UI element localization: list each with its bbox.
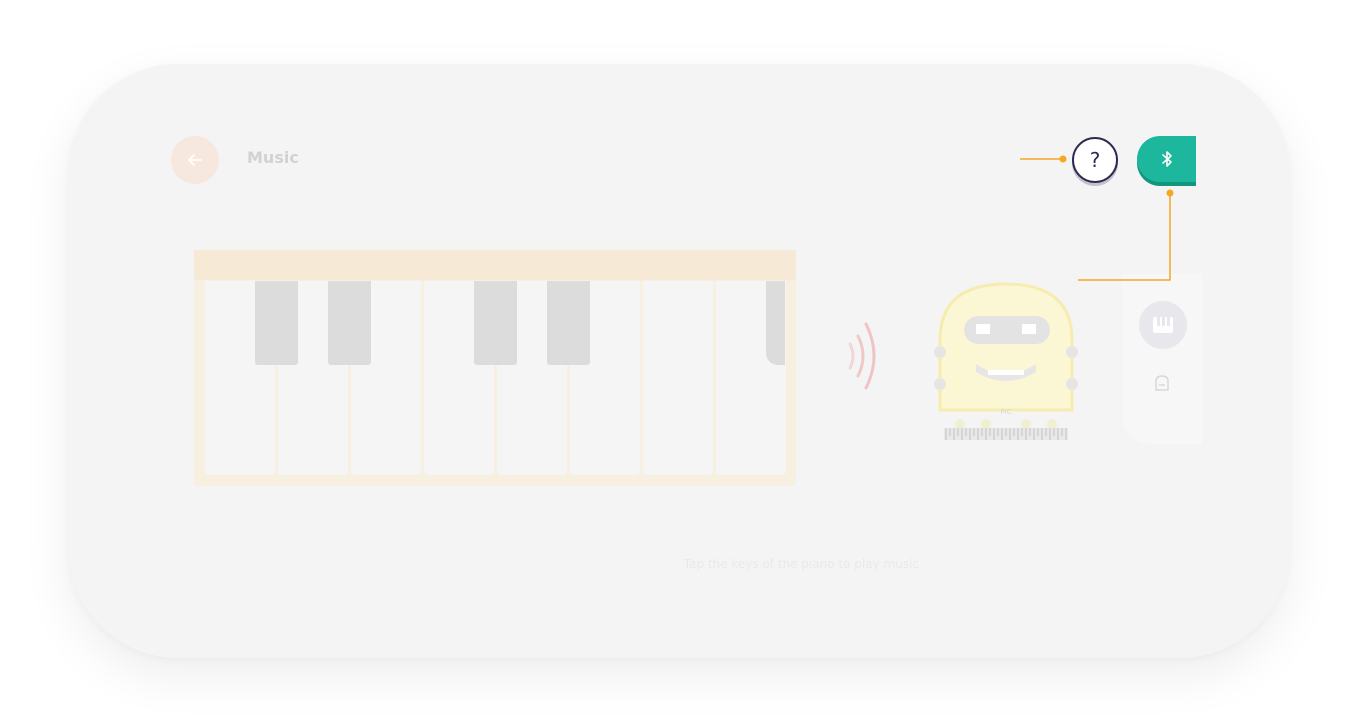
tile-mode-button[interactable] <box>1151 372 1173 394</box>
bluetooth-button[interactable] <box>1137 136 1196 182</box>
page-title: Music <box>247 148 299 167</box>
piano-mode-button[interactable] <box>1139 301 1187 349</box>
piano-icon <box>1153 317 1173 333</box>
piano-white-key[interactable] <box>643 281 713 475</box>
robot-board-image: PIC <box>934 282 1078 440</box>
piano-top-panel <box>194 250 796 280</box>
piano-black-key[interactable] <box>766 281 785 365</box>
piano-black-key[interactable] <box>328 281 371 365</box>
piano-black-key[interactable] <box>255 281 298 365</box>
back-button[interactable] <box>171 136 219 184</box>
instruction-text: Tap the keys of the piano to play music <box>683 557 919 571</box>
tile-icon <box>1155 375 1169 391</box>
piano-black-key[interactable] <box>547 281 590 365</box>
help-button[interactable]: ? <box>1072 137 1118 183</box>
mode-side-panel <box>1122 274 1202 444</box>
robot-label: PIC <box>1000 408 1011 416</box>
piano-black-key[interactable] <box>474 281 517 365</box>
sound-waves-icon <box>848 322 876 390</box>
arrow-left-icon <box>188 154 202 166</box>
piano-keyboard <box>194 250 796 486</box>
bluetooth-icon <box>1161 151 1172 167</box>
